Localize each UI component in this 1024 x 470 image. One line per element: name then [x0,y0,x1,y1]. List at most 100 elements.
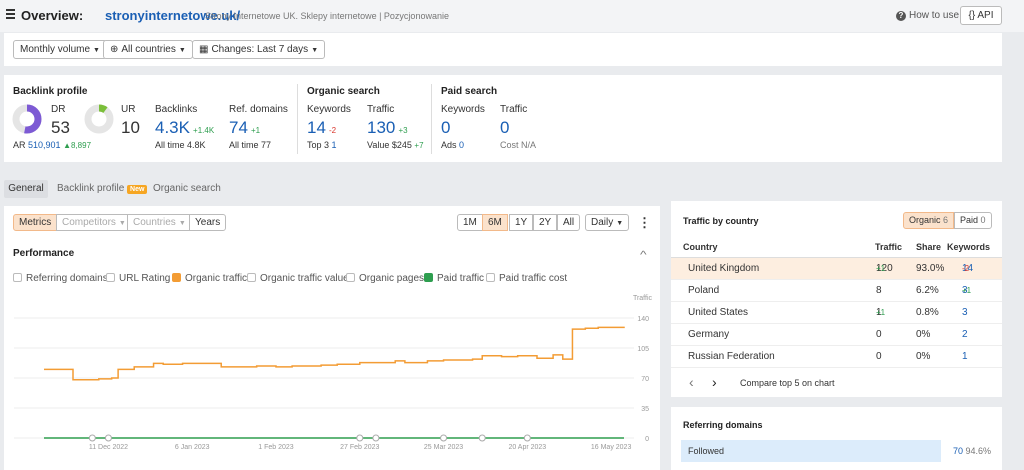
country-row[interactable]: United Kingdom 120 +1 93.0% 14 -2 [671,258,1002,280]
competitors-tab[interactable]: Competitors ▼ [56,214,132,231]
divider [297,84,298,154]
paid-toggle[interactable]: Paid 0 [954,212,992,229]
col-share[interactable]: Share [916,242,941,252]
countries-tab-label: Countries [133,217,176,228]
country-row[interactable]: United States 1 +1 0.8% 3 [671,302,1002,324]
years-tab[interactable]: Years [189,214,227,231]
dr-label[interactable]: DR [51,104,65,115]
divider [431,84,432,154]
legend-organic-traffic-value[interactable]: Organic traffic value [247,273,349,284]
cost-value: N/A [521,140,537,150]
changes-dropdown[interactable]: ▦ Changes: Last 7 days ▼ [192,40,326,59]
traffic-value-row: Value $245 +7 [367,140,424,150]
countries-dropdown[interactable]: ⊕ All countries ▼ [103,40,193,59]
country-name[interactable]: United Kingdom [688,258,759,280]
countries-tab[interactable]: Countries ▼ [127,214,192,231]
next-arrow-icon[interactable]: › [712,374,717,390]
cost-row: Cost N/A [500,140,536,150]
legend-referring-domains[interactable]: Referring domains [13,273,108,284]
col-country[interactable]: Country [683,242,718,252]
ur-label[interactable]: UR [121,104,135,115]
refdomains-label[interactable]: Ref. domains [229,104,288,115]
paid-traffic-label[interactable]: Traffic [500,104,527,115]
col-keywords[interactable]: Keywords [947,242,990,252]
country-name[interactable]: Germany [688,324,729,346]
country-keywords-value[interactable]: 2 [962,324,968,346]
api-button[interactable]: {} API [960,6,1002,25]
organic-traffic-label[interactable]: Traffic [367,104,394,115]
tab-organic-search[interactable]: Organic search [153,180,221,198]
range-6m[interactable]: 6M [482,214,508,231]
legend-url-rating[interactable]: URL Rating [106,273,170,284]
prev-arrow-icon[interactable]: ‹ [689,374,694,390]
country-share: 0% [916,329,931,340]
how-to-use-link[interactable]: ? How to use [896,10,959,21]
legend-paid-traffic[interactable]: Paid traffic [424,273,484,284]
range-1m[interactable]: 1M [457,214,483,231]
country-traffic-delta: +1 [876,264,886,273]
y-tick-label: 0 [645,436,649,443]
country-traffic-delta: +1 [876,308,886,317]
top3-value[interactable]: 1 [332,140,337,150]
organic-toggle[interactable]: Organic 6 [903,212,955,229]
organic-count: 6 [943,215,949,225]
tab-backlink-profile[interactable]: Backlink profile New [57,180,148,198]
compare-top5-link[interactable]: Compare top 5 on chart [740,378,835,388]
ur-donut-chart [84,104,114,134]
country-name[interactable]: Poland [688,280,719,302]
ar-label: AR [13,140,26,150]
ur-value: 10 [121,118,140,137]
organic-traffic-metric: 130 +3 [367,118,408,138]
interval-dropdown[interactable]: Daily ▼ [585,214,630,231]
country-share: 93.0% [916,263,945,274]
ar-value[interactable]: 510,901 [28,140,61,150]
y-tick-label: 140 [637,316,649,323]
organic-search-title: Organic search [307,86,380,97]
range-1y[interactable]: 1Y [509,214,534,231]
col-traffic[interactable]: Traffic [875,242,902,252]
countries-label: All countries [121,44,176,55]
annotation-marker [523,434,531,442]
ads-value[interactable]: 0 [459,140,464,150]
organic-keywords-label[interactable]: Keywords [307,104,351,115]
checkbox-checked-icon [424,273,433,282]
country-row[interactable]: Poland 8 6.2% 3 +1 [671,280,1002,302]
x-tick-label: 20 Apr 2023 [508,444,546,451]
backlinks-label[interactable]: Backlinks [155,104,197,115]
paid-keywords-value[interactable]: 0 [441,118,450,138]
legend-organic-traffic-label: Organic traffic [185,273,248,284]
legend-organic-pages[interactable]: Organic pages [346,273,424,284]
country-name[interactable]: Russian Federation [688,346,775,368]
x-tick-label: 11 Dec 2022 [89,444,128,451]
x-tick-label: 25 Mar 2023 [424,444,463,451]
ar-delta: ▲8,897 [63,141,92,150]
metrics-tab[interactable]: Metrics [13,214,58,231]
menu-icon[interactable] [6,9,15,19]
paid-keywords-label[interactable]: Keywords [441,104,485,115]
collapse-icon[interactable]: ^ [640,250,647,261]
backlinks-value[interactable]: 4.3K [155,118,190,137]
annotation-marker [356,434,364,442]
refdomains-value[interactable]: 74 [229,118,248,137]
annotation-marker [88,434,96,442]
legend-paid-traffic-cost[interactable]: Paid traffic cost [486,273,567,284]
backlinks-delta: +1.4K [193,126,215,135]
country-keywords-value[interactable]: 1 [962,346,968,368]
legend-organic-traffic[interactable]: Organic traffic [172,273,247,284]
paid-traffic-value[interactable]: 0 [500,118,509,138]
tab-general[interactable]: General [4,180,48,198]
organic-keywords-value[interactable]: 14 [307,118,326,137]
range-2y[interactable]: 2Y [533,214,558,231]
country-name[interactable]: United States [688,302,748,324]
volume-dropdown[interactable]: Monthly volume ▼ [13,40,107,59]
ar-row: AR 510,901 ▲8,897 [13,140,91,150]
range-all[interactable]: All [557,214,581,231]
country-keywords-value[interactable]: 3 [962,302,968,324]
calendar-icon: ▦ [199,44,209,55]
organic-traffic-value[interactable]: 130 [367,118,395,137]
followed-value[interactable]: 70 [953,446,963,456]
country-row[interactable]: Russian Federation 0 0% 1 [671,346,1002,368]
paid-toggle-label: Paid [960,215,979,225]
country-row[interactable]: Germany 0 0% 2 [671,324,1002,346]
more-options-icon[interactable]: ⋮ [638,215,651,231]
